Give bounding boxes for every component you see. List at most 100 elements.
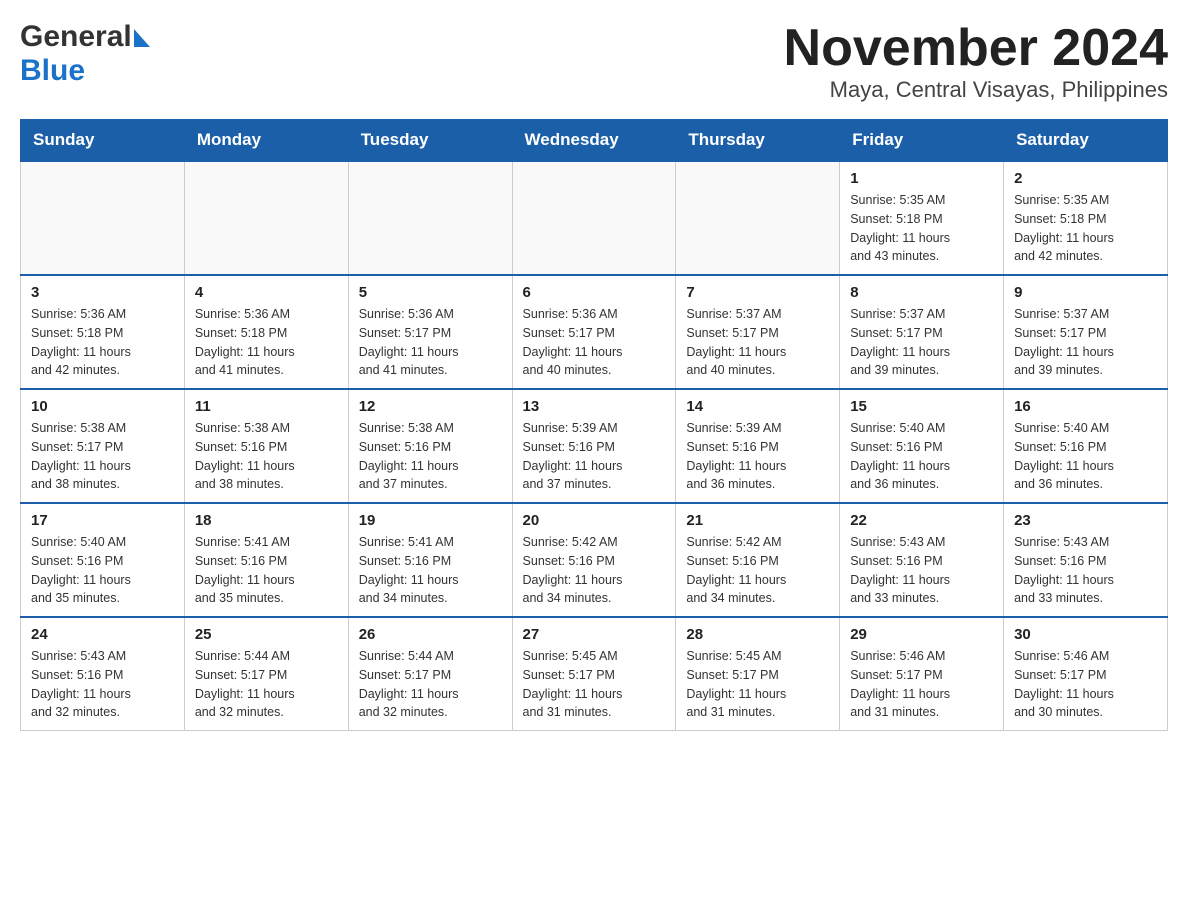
calendar-body: 1 Sunrise: 5:35 AM Sunset: 5:18 PM Daylig… [21, 161, 1168, 731]
day-number: 12 [359, 398, 502, 415]
day-number: 11 [195, 398, 338, 415]
calendar-cell: 3Sunrise: 5:36 AM Sunset: 5:18 PM Daylig… [21, 275, 185, 389]
day-number: 22 [850, 512, 993, 529]
calendar-cell: 29 Sunrise: 5:46 AM Sunset: 5:17 PM Dayli… [840, 617, 1004, 731]
day-number: 23 [1014, 512, 1157, 529]
day-number: 18 [195, 512, 338, 529]
day-number: 27 [523, 626, 666, 643]
calendar-cell: 5Sunrise: 5:36 AM Sunset: 5:17 PM Daylig… [348, 275, 512, 389]
day-info: Sunrise: 5:45 AM Sunset: 5:17 PM Dayligh… [686, 647, 829, 722]
calendar-cell: 27Sunrise: 5:45 AM Sunset: 5:17 PM Dayli… [512, 617, 676, 731]
day-info: Sunrise: 5:40 AM Sunset: 5:16 PM Dayligh… [31, 533, 174, 608]
day-number: 6 [523, 284, 666, 301]
day-info: Sunrise: 5:36 AM Sunset: 5:17 PM Dayligh… [523, 305, 666, 380]
logo-blue-text: Blue [20, 54, 85, 88]
calendar-cell: 21 Sunrise: 5:42 AM Sunset: 5:16 PM Dayli… [676, 503, 840, 617]
calendar-cell: 7 Sunrise: 5:37 AM Sunset: 5:17 PM Daylig… [676, 275, 840, 389]
day-number: 2 [1014, 170, 1157, 187]
calendar-cell [348, 161, 512, 275]
day-info: Sunrise: 5:41 AM Sunset: 5:16 PM Dayligh… [359, 533, 502, 608]
day-info: Sunrise: 5:38 AM Sunset: 5:17 PM Dayligh… [31, 419, 174, 494]
day-number: 20 [523, 512, 666, 529]
day-number: 24 [31, 626, 174, 643]
col-tuesday: Tuesday [348, 120, 512, 162]
calendar-cell: 26 Sunrise: 5:44 AM Sunset: 5:17 PM Dayli… [348, 617, 512, 731]
calendar-cell: 20Sunrise: 5:42 AM Sunset: 5:16 PM Dayli… [512, 503, 676, 617]
calendar-week-2: 3 Sunrise: 5:36 AM Sunset: 5:18 PM Daylig… [21, 275, 1168, 389]
day-info: Sunrise: 5:35 AM Sunset: 5:18 PM Dayligh… [1014, 191, 1157, 266]
calendar-cell: 4 Sunrise: 5:36 AM Sunset: 5:18 PM Daylig… [184, 275, 348, 389]
calendar-week-4: 17 Sunrise: 5:40 AM Sunset: 5:16 PM Dayli… [21, 503, 1168, 617]
day-info: Sunrise: 5:43 AM Sunset: 5:16 PM Dayligh… [31, 647, 174, 722]
day-info: Sunrise: 5:42 AM Sunset: 5:16 PM Dayligh… [686, 533, 829, 608]
col-saturday: Saturday [1004, 120, 1168, 162]
col-wednesday: Wednesday [512, 120, 676, 162]
day-info: Sunrise: 5:37 AM Sunset: 5:17 PM Dayligh… [1014, 305, 1157, 380]
day-number: 5 [359, 284, 502, 301]
logo-general-text: General [20, 20, 132, 54]
day-number: 1 [850, 170, 993, 187]
calendar-cell [676, 161, 840, 275]
logo: General Blue [20, 20, 150, 88]
day-info: Sunrise: 5:35 AM Sunset: 5:18 PM Dayligh… [850, 191, 993, 266]
day-number: 9 [1014, 284, 1157, 301]
calendar-week-5: 24 Sunrise: 5:43 AM Sunset: 5:16 PM Dayli… [21, 617, 1168, 731]
calendar-cell: 28 Sunrise: 5:45 AM Sunset: 5:17 PM Dayli… [676, 617, 840, 731]
day-number: 26 [359, 626, 502, 643]
calendar-cell: 17 Sunrise: 5:40 AM Sunset: 5:16 PM Dayli… [21, 503, 185, 617]
day-number: 7 [686, 284, 829, 301]
calendar-cell: 18Sunrise: 5:41 AM Sunset: 5:16 PM Dayli… [184, 503, 348, 617]
day-number: 15 [850, 398, 993, 415]
day-number: 13 [523, 398, 666, 415]
calendar-header: Sunday Monday Tuesday Wednesday Thursday… [21, 120, 1168, 162]
day-number: 29 [850, 626, 993, 643]
day-info: Sunrise: 5:38 AM Sunset: 5:16 PM Dayligh… [195, 419, 338, 494]
day-info: Sunrise: 5:43 AM Sunset: 5:16 PM Dayligh… [1014, 533, 1157, 608]
day-number: 21 [686, 512, 829, 529]
day-number: 30 [1014, 626, 1157, 643]
page-subtitle: Maya, Central Visayas, Philippines [784, 77, 1168, 103]
day-info: Sunrise: 5:40 AM Sunset: 5:16 PM Dayligh… [1014, 419, 1157, 494]
calendar-cell [184, 161, 348, 275]
calendar-week-1: 1 Sunrise: 5:35 AM Sunset: 5:18 PM Daylig… [21, 161, 1168, 275]
day-info: Sunrise: 5:44 AM Sunset: 5:17 PM Dayligh… [195, 647, 338, 722]
calendar-cell: 15Sunrise: 5:40 AM Sunset: 5:16 PM Dayli… [840, 389, 1004, 503]
day-info: Sunrise: 5:39 AM Sunset: 5:16 PM Dayligh… [686, 419, 829, 494]
calendar-cell: 25 Sunrise: 5:44 AM Sunset: 5:17 PM Dayli… [184, 617, 348, 731]
calendar-cell: 24 Sunrise: 5:43 AM Sunset: 5:16 PM Dayli… [21, 617, 185, 731]
day-number: 10 [31, 398, 174, 415]
calendar-cell: 9 Sunrise: 5:37 AM Sunset: 5:17 PM Daylig… [1004, 275, 1168, 389]
day-number: 28 [686, 626, 829, 643]
logo-arrow-icon [134, 29, 150, 47]
calendar-cell: 11 Sunrise: 5:38 AM Sunset: 5:16 PM Dayli… [184, 389, 348, 503]
day-info: Sunrise: 5:44 AM Sunset: 5:17 PM Dayligh… [359, 647, 502, 722]
calendar-cell: 2 Sunrise: 5:35 AM Sunset: 5:18 PM Daylig… [1004, 161, 1168, 275]
col-friday: Friday [840, 120, 1004, 162]
day-number: 19 [359, 512, 502, 529]
calendar-cell: 12 Sunrise: 5:38 AM Sunset: 5:16 PM Dayli… [348, 389, 512, 503]
day-number: 16 [1014, 398, 1157, 415]
day-number: 25 [195, 626, 338, 643]
day-number: 4 [195, 284, 338, 301]
calendar-cell: 14 Sunrise: 5:39 AM Sunset: 5:16 PM Dayli… [676, 389, 840, 503]
calendar-cell [512, 161, 676, 275]
calendar-cell: 23 Sunrise: 5:43 AM Sunset: 5:16 PM Dayli… [1004, 503, 1168, 617]
day-number: 3 [31, 284, 174, 301]
calendar-cell [21, 161, 185, 275]
page-title: November 2024 [784, 20, 1168, 77]
calendar-cell: 10 Sunrise: 5:38 AM Sunset: 5:17 PM Dayli… [21, 389, 185, 503]
day-info: Sunrise: 5:46 AM Sunset: 5:17 PM Dayligh… [1014, 647, 1157, 722]
col-sunday: Sunday [21, 120, 185, 162]
day-number: 14 [686, 398, 829, 415]
title-block: November 2024 Maya, Central Visayas, Phi… [784, 20, 1168, 103]
calendar-cell: 1 Sunrise: 5:35 AM Sunset: 5:18 PM Daylig… [840, 161, 1004, 275]
day-info: Sunrise: 5:36 AM Sunset: 5:18 PM Dayligh… [195, 305, 338, 380]
day-info: Sunrise: 5:37 AM Sunset: 5:17 PM Dayligh… [686, 305, 829, 380]
calendar-week-3: 10 Sunrise: 5:38 AM Sunset: 5:17 PM Dayli… [21, 389, 1168, 503]
day-number: 17 [31, 512, 174, 529]
day-info: Sunrise: 5:38 AM Sunset: 5:16 PM Dayligh… [359, 419, 502, 494]
header-row: Sunday Monday Tuesday Wednesday Thursday… [21, 120, 1168, 162]
day-info: Sunrise: 5:46 AM Sunset: 5:17 PM Dayligh… [850, 647, 993, 722]
calendar-cell: 8Sunrise: 5:37 AM Sunset: 5:17 PM Daylig… [840, 275, 1004, 389]
calendar-cell: 16 Sunrise: 5:40 AM Sunset: 5:16 PM Dayli… [1004, 389, 1168, 503]
